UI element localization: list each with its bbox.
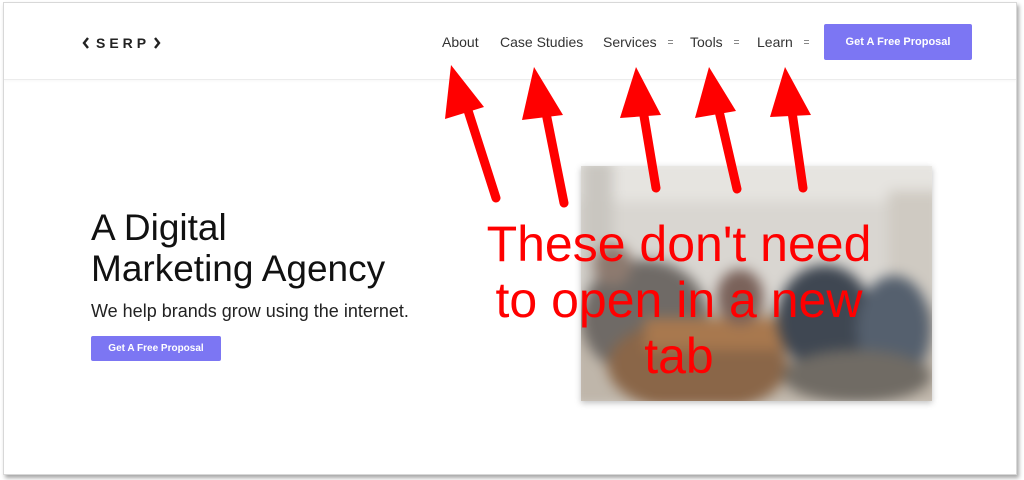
screenshot-frame: SERP About Case Studies Services Tools L… (3, 2, 1017, 475)
annotation-line-3: tab (644, 328, 714, 384)
annotation-text: These don't need to open in a new tab (449, 216, 909, 384)
annotation-line-2: to open in a new (495, 272, 863, 328)
annotation-line-1: These don't need (486, 216, 872, 272)
